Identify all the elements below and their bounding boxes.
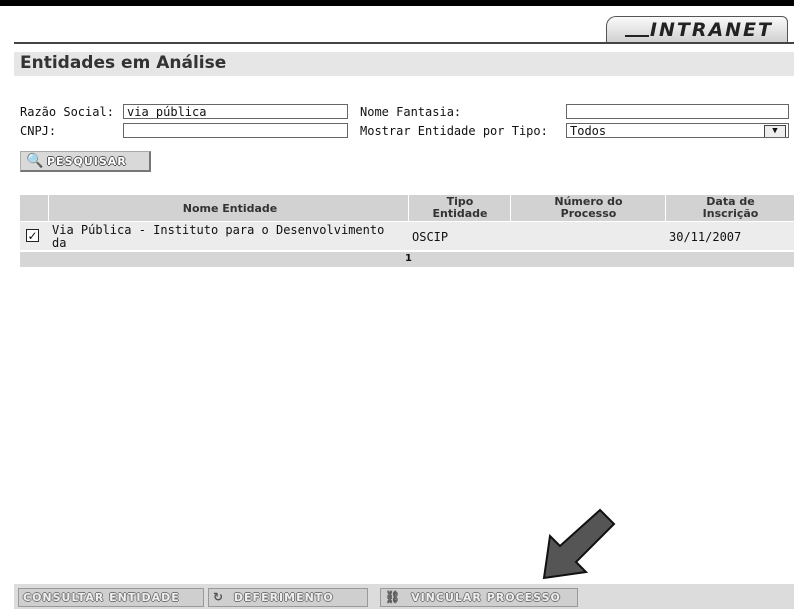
row-tipo-entidade: OSCIP xyxy=(412,230,449,244)
nome-fantasia-input[interactable] xyxy=(566,104,789,119)
row-nome-entidade[interactable]: Via Pública - Instituto para o Desenvolv… xyxy=(52,224,384,250)
razao-social-input[interactable]: via pública xyxy=(123,104,348,119)
arrow-pointer-icon xyxy=(542,508,616,580)
magnifier-icon: 🔍 xyxy=(26,153,44,169)
nome-fantasia-label: Nome Fantasia: xyxy=(360,105,462,119)
deferimento-label: DEFERIMENTO xyxy=(233,591,334,604)
top-border xyxy=(0,0,794,6)
cnpj-label: CNPJ: xyxy=(20,124,57,138)
brand-dash xyxy=(625,35,649,37)
header-tipo-entidade[interactable]: Tipo Entidade xyxy=(410,196,510,220)
consultar-entidade-label: CONSULTAR ENTIDADE xyxy=(23,591,180,604)
header-data-line2: Inscrição xyxy=(702,207,759,220)
deferimento-button[interactable]: ↻ DEFERIMENTO xyxy=(208,588,368,607)
page-title-bar: Entidades em Análise xyxy=(14,52,794,76)
page-title: Entidades em Análise xyxy=(20,53,227,73)
arrow-shape xyxy=(542,508,616,580)
razao-social-label: Razão Social: xyxy=(20,105,114,119)
row-data-inscricao: 30/11/2007 xyxy=(669,230,742,244)
header-nome-entidade[interactable]: Nome Entidade xyxy=(170,203,290,215)
tipo-select[interactable]: Todos ▼ xyxy=(566,123,789,138)
vincular-processo-button[interactable]: ⛓ VINCULAR PROCESSO xyxy=(380,588,578,607)
link-icon: ⛓ xyxy=(385,590,402,604)
pagination-bar: 1 xyxy=(20,252,794,267)
chevron-down-icon[interactable]: ▼ xyxy=(764,125,786,137)
intranet-tab[interactable]: INTRANET xyxy=(606,16,788,43)
page-number[interactable]: 1 xyxy=(405,253,412,264)
header-data-inscricao[interactable]: Data de Inscrição xyxy=(667,196,794,220)
cnpj-input[interactable] xyxy=(123,123,348,138)
search-button[interactable]: 🔍 PESQUISAR xyxy=(20,151,151,172)
row-nome-line2: da xyxy=(52,236,67,250)
circle-arrows-icon: ↻ xyxy=(213,590,225,604)
search-button-label: PESQUISAR xyxy=(47,155,127,168)
vincular-processo-label: VINCULAR PROCESSO xyxy=(411,591,561,604)
intranet-brand: INTRANET xyxy=(649,19,773,41)
consultar-entidade-button[interactable]: CONSULTAR ENTIDADE xyxy=(18,588,204,607)
header-divider xyxy=(14,42,794,44)
tipo-select-value: Todos xyxy=(570,124,607,138)
header-numero-processo[interactable]: Número do Processo xyxy=(512,196,665,220)
tipo-label: Mostrar Entidade por Tipo: xyxy=(360,124,548,138)
header-processo-line2: Processo xyxy=(560,207,617,220)
row-nome-line1: Via Pública - Instituto para o Desenvolv… xyxy=(52,223,385,237)
row-checkbox[interactable]: ✓ xyxy=(26,229,39,242)
header-tipo-line2: Entidade xyxy=(432,207,488,220)
